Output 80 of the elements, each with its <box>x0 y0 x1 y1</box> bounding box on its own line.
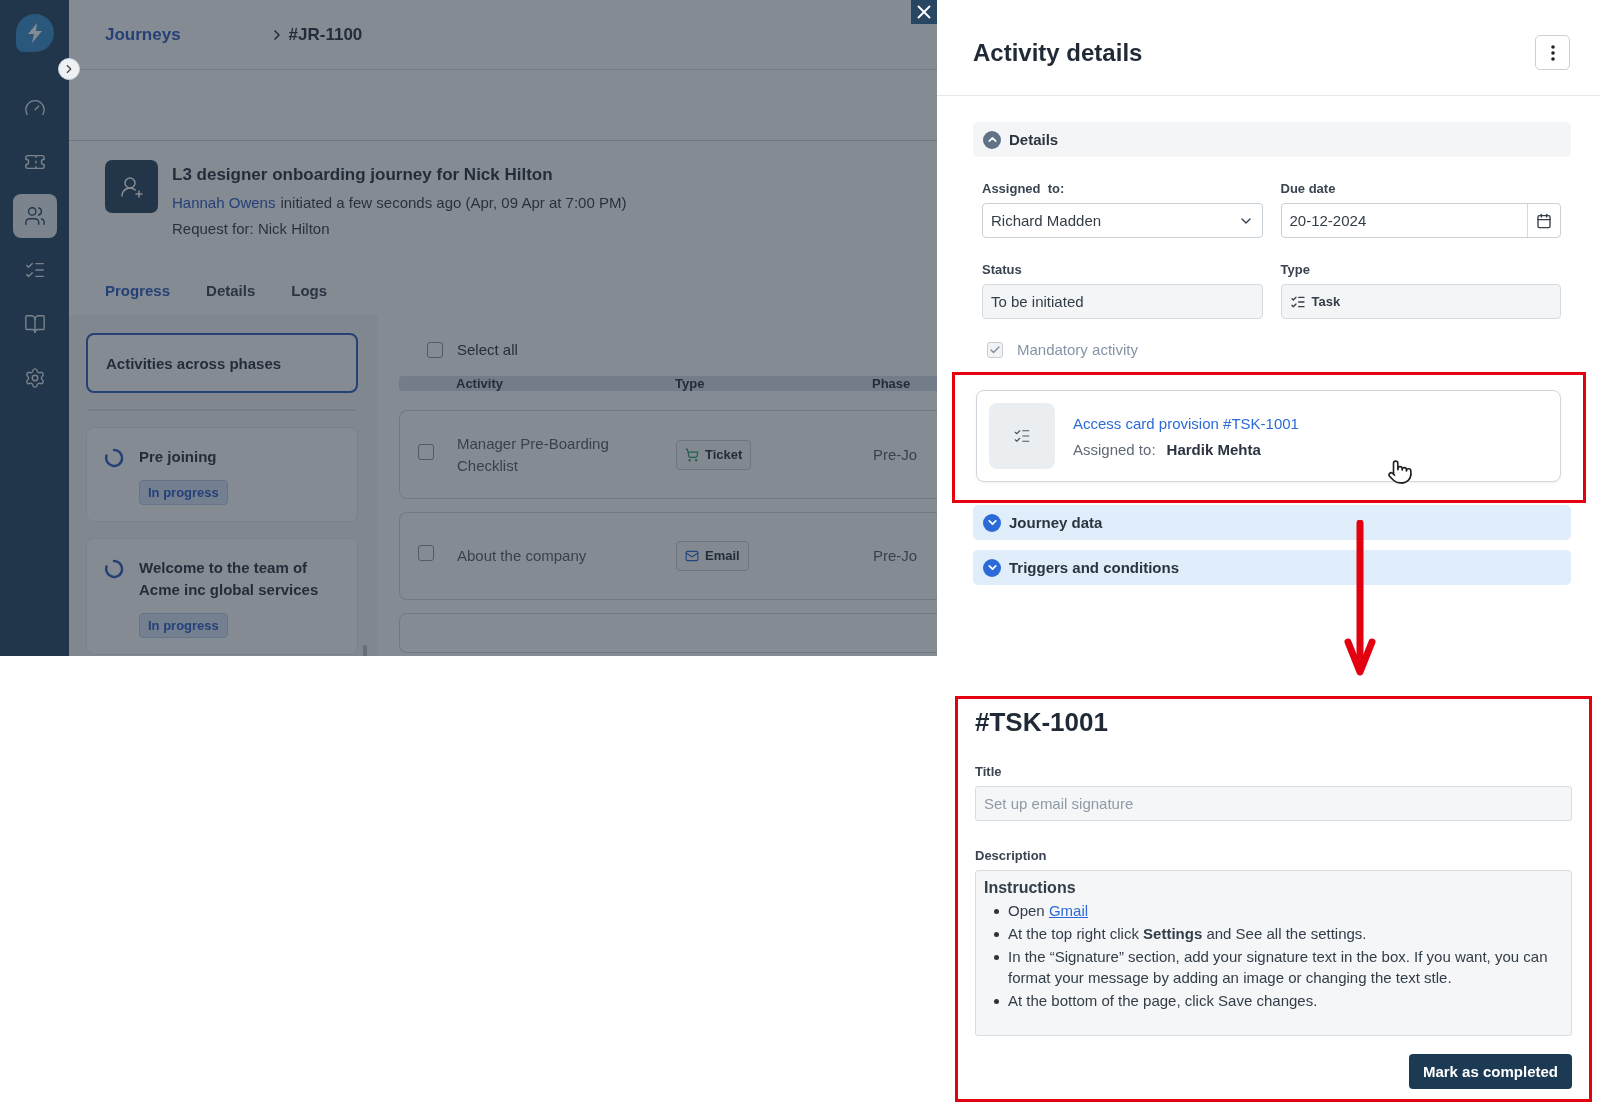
sidebar-item[interactable] <box>12 194 57 238</box>
bullet-icon <box>994 932 999 937</box>
settings-icon <box>23 367 46 389</box>
field-label: Type <box>1280 262 1311 277</box>
type-field[interactable]: Task <box>1280 284 1561 319</box>
hand-cursor-icon <box>1387 459 1413 485</box>
field-label: Title <box>975 764 1003 779</box>
mandatory-label: Mandatory activity <box>1017 341 1138 358</box>
checkbox[interactable] <box>427 341 443 358</box>
section-header[interactable]: Triggers and conditions <box>973 550 1571 585</box>
field-label: Description <box>975 848 1048 863</box>
description-field[interactable] <box>975 870 1572 1036</box>
assignee-select[interactable]: Richard Madden <box>982 203 1263 238</box>
instruction-text: At the top right click Settings and See all the settings. <box>1008 925 1367 942</box>
type-tag: Ticket <box>676 439 752 470</box>
instruction-text: At the bottom of the page, click Save changes. <box>1008 992 1318 1009</box>
mark-completed-button[interactable]: Mark as completed <box>1408 1054 1572 1089</box>
journey-title: L3 designer onboarding journey for Nick Hilton <box>172 165 554 185</box>
phase-card[interactable]: Welcome to the team of Acme inc global services In progress <box>86 538 358 655</box>
breadcrumb-link[interactable]: Journeys <box>105 24 181 45</box>
type-tag: Email <box>676 541 749 571</box>
field-label: Due date <box>1280 181 1337 196</box>
checklist-icon <box>989 403 1055 469</box>
gmail-link[interactable]: Gmail <box>1048 902 1089 919</box>
book-icon <box>23 313 46 335</box>
drawer-title: Activity details <box>973 38 1143 67</box>
field-label: Status <box>982 262 1023 277</box>
status-field[interactable]: To be initiated <box>982 284 1263 319</box>
checkbox[interactable] <box>418 545 434 561</box>
calendar-icon[interactable] <box>1536 212 1552 229</box>
expand-button[interactable] <box>58 58 80 80</box>
task-card[interactable]: Access card provision #TSK-1001 Assigned to: Hardik Mehta <box>976 390 1561 482</box>
checkbox[interactable] <box>418 443 434 460</box>
assignee-name: Hardik Mehta <box>1166 440 1261 458</box>
column-header: Activity <box>456 376 504 391</box>
phase-name: Pre joining <box>139 447 217 467</box>
people-icon <box>23 205 46 227</box>
more-icon <box>1550 44 1555 61</box>
journey-icon <box>105 160 158 213</box>
phase-cell-text: Pre-Jo <box>873 546 919 566</box>
close-button[interactable] <box>911 0 937 24</box>
activity-row[interactable]: About the company Email Pre-Jo <box>399 512 937 600</box>
task-id: #TSK-1001 <box>975 707 1109 738</box>
instruction-text: In the “Signature” section, add your signature text in the box. If you want, you can format your message by adding an image or changing the text stle. <box>1008 948 1548 986</box>
initiated-text: initiated a few seconds ago (Apr, 09 Apr at 7:00 PM) <box>280 194 627 211</box>
cart-icon <box>685 447 699 462</box>
request-for-text: Request for: Nick Hilton <box>172 220 330 237</box>
phase-cell-text: Pre-Jo <box>873 444 919 465</box>
activity-row[interactable]: Manager Pre-Boarding Checklist Ticket Pre-Jo <box>399 410 937 499</box>
phases-overview-item[interactable]: Activities across phases <box>86 333 358 393</box>
select-all-label: Select all <box>457 341 518 358</box>
section-header[interactable]: Details <box>973 122 1571 157</box>
bullet-icon <box>994 909 999 914</box>
status-badge: In progress <box>139 613 228 638</box>
logo-icon <box>15 14 54 52</box>
more-button[interactable] <box>1535 35 1570 70</box>
column-header: Type <box>675 376 706 391</box>
tab[interactable]: Progress <box>105 273 171 307</box>
bullet-icon <box>994 955 999 960</box>
section-header[interactable]: Journey data <box>973 505 1571 540</box>
tab[interactable]: Details <box>206 273 256 307</box>
task-link[interactable]: Access card provision #TSK-1001 <box>1073 414 1299 432</box>
progress-ring-icon <box>103 447 125 469</box>
progress-ring-icon <box>103 558 125 580</box>
bullet-icon <box>994 999 999 1004</box>
status-badge: In progress <box>139 480 228 505</box>
column-header: Phase <box>872 376 912 391</box>
phase-card[interactable]: Pre joining In progress <box>86 427 358 522</box>
envelope-icon <box>685 549 699 563</box>
assignee-label: Assigned to: <box>1073 440 1156 458</box>
tab[interactable]: Logs <box>291 273 328 307</box>
activity-name: About the company <box>457 546 588 566</box>
initiator-link[interactable]: Hannah Owens <box>172 194 276 211</box>
activity-name: Manager Pre-Boarding Checklist <box>457 433 610 476</box>
instruction-text: Open <box>1008 902 1046 919</box>
breadcrumb-current: #JR-1100 <box>288 24 363 45</box>
phase-name: Welcome to the team of Acme inc global services <box>139 558 320 600</box>
field-label: Assigned to: <box>982 181 1066 196</box>
date-field[interactable]: 20-12-2024 <box>1280 203 1561 238</box>
description-heading: Instructions <box>984 879 1077 897</box>
